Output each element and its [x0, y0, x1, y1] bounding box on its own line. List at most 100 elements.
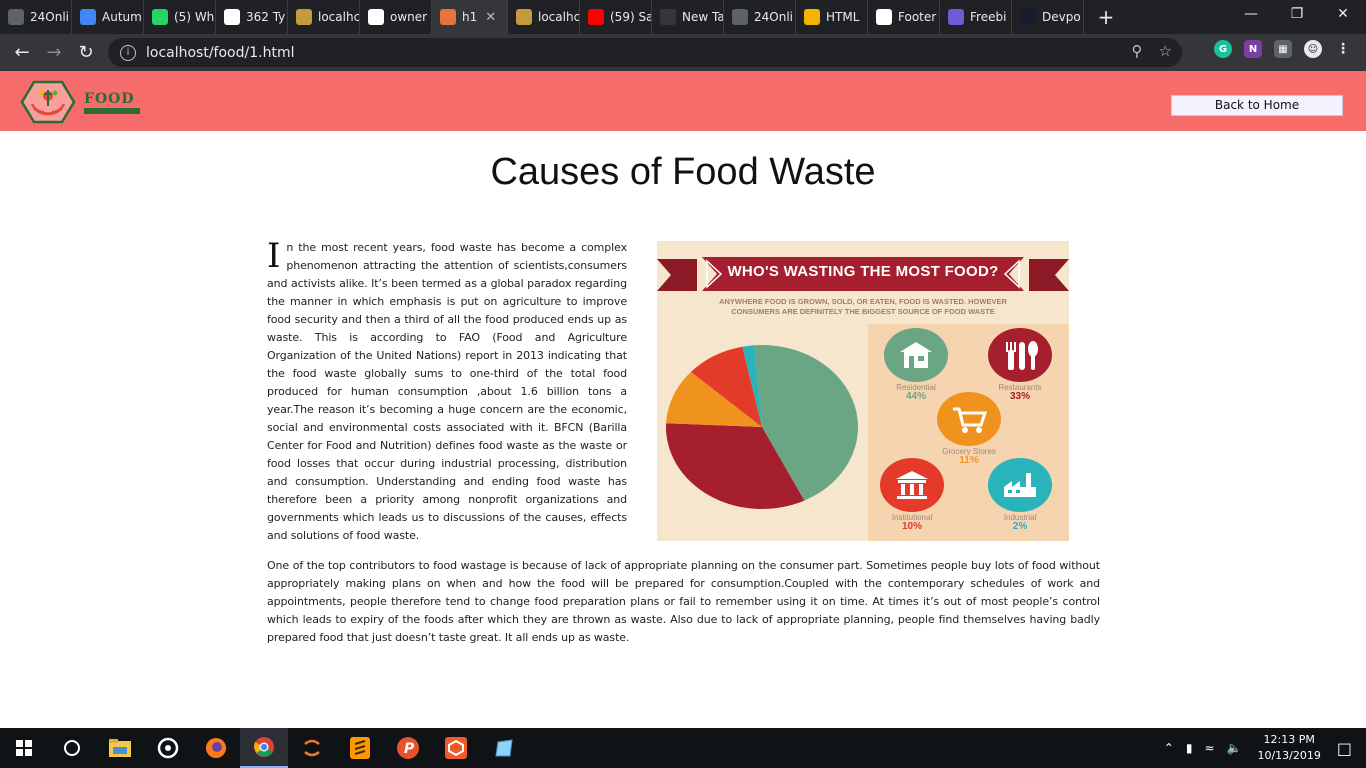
house-icon — [884, 328, 948, 382]
tab-favicon-icon — [224, 9, 240, 25]
notepad-icon[interactable] — [480, 728, 528, 768]
zoom-icon[interactable]: ⚲ — [1132, 42, 1143, 60]
tab-label: h1 — [462, 10, 478, 24]
tab-label: Freebi — [970, 10, 1007, 24]
tab-label: Footer — [898, 10, 937, 24]
infographic-subtitle: ANYWHERE FOOD IS GROWN, SOLD, OR EATEN, … — [677, 297, 1049, 317]
tab-favicon-icon — [804, 9, 820, 25]
browser-tab[interactable]: Autum — [72, 0, 144, 34]
browser-tab[interactable]: localhc — [508, 0, 580, 34]
windows-taskbar: P ⌃ ▮ ≈ 🔈 12:13 PM 10/13/2019 □ — [0, 728, 1366, 768]
url-text: localhost/food/1.html — [146, 44, 295, 61]
media-app-icon[interactable] — [144, 728, 192, 768]
browser-tab[interactable]: HTML — [796, 0, 868, 34]
forward-arrow-icon[interactable]: → — [38, 42, 70, 63]
food-waste-infographic: WHO'S WASTING THE MOST FOOD? ANYWHERE FO… — [657, 241, 1069, 541]
file-explorer-icon[interactable] — [96, 728, 144, 768]
chrome-icon[interactable] — [240, 728, 288, 768]
extension-icon[interactable]: ▦ — [1274, 40, 1292, 58]
site-logo[interactable]: FOOD — [20, 80, 140, 124]
page-title: Causes of Food Waste — [490, 151, 876, 193]
browser-tab[interactable]: 24Onli — [724, 0, 796, 34]
close-icon[interactable]: ✕ — [1320, 0, 1366, 30]
site-header: FOOD Back to Home — [0, 71, 1366, 131]
onenote-icon[interactable]: N — [1244, 40, 1262, 58]
new-tab-icon[interactable]: + — [1094, 5, 1118, 29]
browser-tab[interactable]: 24Onli — [0, 0, 72, 34]
back-arrow-icon[interactable]: ← — [6, 42, 38, 63]
minimize-icon[interactable]: — — [1228, 0, 1274, 30]
tab-label: owner — [390, 10, 428, 24]
subtitle-line-1: ANYWHERE FOOD IS GROWN, SOLD, OR EATEN, … — [719, 297, 1007, 306]
system-tray: ⌃ ▮ ≈ 🔈 12:13 PM 10/13/2019 □ — [1158, 728, 1366, 768]
clock[interactable]: 12:13 PM 10/13/2019 — [1257, 732, 1320, 764]
firefox-icon[interactable] — [192, 728, 240, 768]
tab-favicon-icon — [948, 9, 964, 25]
tab-close-icon[interactable]: ✕ — [485, 10, 496, 25]
tab-favicon-icon — [80, 9, 96, 25]
back-to-home-button[interactable]: Back to Home — [1171, 95, 1343, 116]
tab-favicon-icon — [152, 9, 168, 25]
window-controls: — ❐ ✕ — [1228, 0, 1366, 30]
grammarly-icon[interactable]: G — [1214, 40, 1232, 58]
legend-grocery: Grocery Stores 11% — [924, 392, 1014, 466]
address-bar: ← → ↻ i localhost/food/1.html ⚲ ☆ G N ▦ … — [0, 34, 1366, 71]
pycharm-icon[interactable]: P — [384, 728, 432, 768]
bookmark-star-icon[interactable]: ☆ — [1159, 42, 1172, 60]
wifi-icon[interactable]: ≈ — [1204, 741, 1214, 755]
browser-tab[interactable]: localhc — [288, 0, 360, 34]
sublime-text-icon[interactable] — [336, 728, 384, 768]
tab-favicon-icon — [440, 9, 456, 25]
search-circle-icon[interactable] — [48, 728, 96, 768]
reload-icon[interactable]: ↻ — [70, 42, 102, 63]
profile-avatar-icon[interactable]: ☺ — [1304, 40, 1322, 58]
battery-icon[interactable]: ▮ — [1186, 741, 1193, 755]
tab-favicon-icon — [588, 9, 604, 25]
menu-dots-icon[interactable]: ⋮ — [1334, 40, 1352, 58]
intro-text: n the most recent years, food waste has … — [267, 241, 627, 542]
info-icon[interactable]: i — [120, 44, 136, 61]
notification-icon[interactable]: □ — [1337, 739, 1352, 758]
legend-percent: 2% — [1012, 521, 1028, 532]
legend-residential: Residential 44% — [876, 328, 956, 402]
browser-tab[interactable]: (59) Sa — [580, 0, 652, 34]
codepen-app-icon[interactable] — [432, 728, 480, 768]
intro-paragraph: In the most recent years, food waste has… — [267, 239, 627, 545]
windows-start-icon[interactable] — [0, 728, 48, 768]
tab-label: 24Onli — [30, 10, 69, 24]
browser-tab[interactable]: Devpo — [1012, 0, 1084, 34]
browser-tab[interactable]: h1 ✕ — [432, 0, 508, 34]
drop-cap: I — [267, 236, 281, 276]
extensions: G N ▦ ☺ ⋮ — [1214, 40, 1352, 58]
cart-icon — [937, 392, 1001, 446]
legend-restaurants: Restaurants 33% — [980, 328, 1060, 402]
page-viewport: FOOD Back to Home Causes of Food Waste I… — [0, 71, 1366, 728]
jupyter-icon[interactable] — [288, 728, 336, 768]
chevron-up-icon[interactable]: ⌃ — [1164, 741, 1174, 755]
tab-strip: 24Onli Autum (5) Wh 362 Ty localhc owner h1 ✕ lo… — [0, 0, 1366, 34]
browser-tab[interactable]: New Tab — [652, 0, 724, 34]
browser-tab[interactable]: (5) Wh — [144, 0, 216, 34]
browser-tab[interactable]: 362 Ty — [216, 0, 288, 34]
tab-favicon-icon — [732, 9, 748, 25]
url-input[interactable]: i localhost/food/1.html ⚲ ☆ — [108, 38, 1182, 67]
tab-label: localhc — [318, 10, 360, 24]
tab-label: New Tab — [682, 10, 724, 24]
logo-text: FOOD — [84, 91, 140, 114]
tab-label: (59) Sa — [610, 10, 652, 24]
tab-favicon-icon — [8, 9, 24, 25]
clock-time: 12:13 PM — [1263, 733, 1315, 746]
tab-favicon-icon — [368, 9, 384, 25]
legend-percent: 10% — [901, 521, 922, 532]
tab-favicon-icon — [1020, 9, 1036, 25]
restore-icon[interactable]: ❐ — [1274, 0, 1320, 30]
browser-tab[interactable]: Freebi — [940, 0, 1012, 34]
factory-icon — [988, 458, 1052, 512]
browser-tab[interactable]: owner — [360, 0, 432, 34]
pie-chart — [666, 345, 858, 509]
tab-label: Devpo — [1042, 10, 1081, 24]
volume-icon[interactable]: 🔈 — [1227, 741, 1242, 755]
legend-institutional: Institutional 10% — [872, 458, 952, 532]
browser-tab[interactable]: Footer — [868, 0, 940, 34]
tab-label: HTML — [826, 10, 860, 24]
